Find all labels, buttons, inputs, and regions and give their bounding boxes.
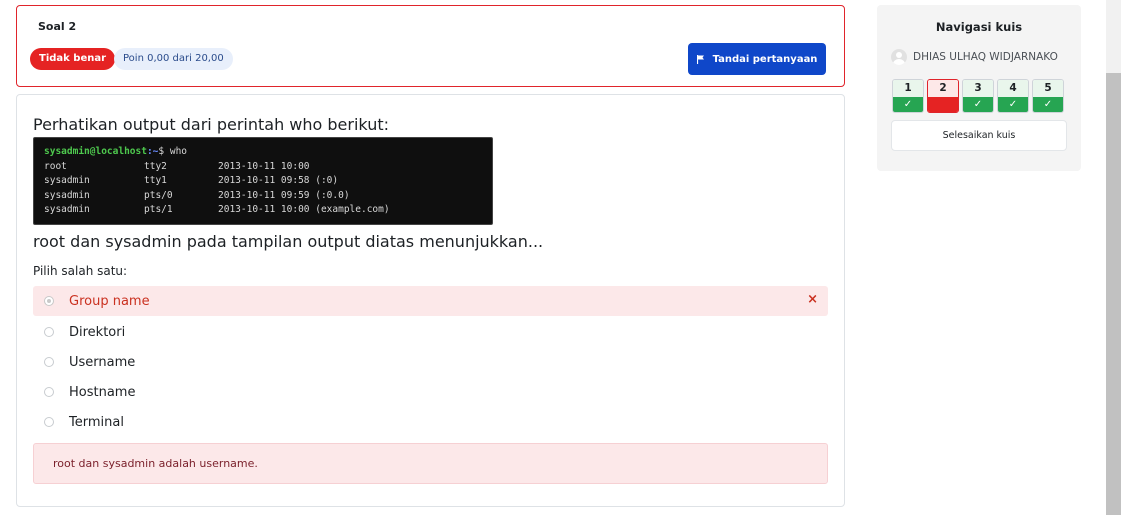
terminal-time: 2013-10-11 09:58 (:0) xyxy=(218,175,339,186)
radio-button[interactable] xyxy=(44,327,54,337)
radio-button[interactable] xyxy=(44,417,54,427)
answer-label: Group name xyxy=(69,293,150,309)
question-text-intro: Perhatikan output dari perintah who beri… xyxy=(33,115,389,134)
flag-icon xyxy=(696,54,705,64)
status-badge: Tidak benar xyxy=(30,48,116,70)
question-text-prompt: root dan sysadmin pada tampilan output d… xyxy=(33,232,544,251)
quiz-navigation-title: Navigasi kuis xyxy=(935,20,1023,34)
check-icon: ✓ xyxy=(963,97,993,112)
user-name: DHIAS ULHAQ WIDJARNAKO xyxy=(913,51,1058,63)
radio-button[interactable] xyxy=(44,357,54,367)
nav-question-number: 3 xyxy=(963,80,993,97)
nav-question-number: 1 xyxy=(893,80,923,97)
check-icon: ✓ xyxy=(1033,97,1063,112)
nav-question-2[interactable]: 2 xyxy=(927,79,959,113)
score-badge: Poin 0,00 dari 20,00 xyxy=(114,48,233,70)
answer-label: Hostname xyxy=(69,384,136,400)
terminal-time: 2013-10-11 09:59 (:0.0) xyxy=(218,189,350,201)
nav-question-number: 2 xyxy=(928,80,958,97)
terminal-line: tty2 xyxy=(144,160,167,172)
terminal-user: sysadmin xyxy=(44,175,90,186)
user-info: DHIAS ULHAQ WIDJARNAKO xyxy=(891,49,1058,65)
radio-button[interactable] xyxy=(44,296,54,306)
question-nav-buttons: 1 ✓ 2 3 ✓ 4 ✓ 5 ✓ xyxy=(892,79,1064,113)
check-icon: ✓ xyxy=(893,97,923,112)
question-info-card: Soal 2 Tidak benar Poin 0,00 dari 20,00 … xyxy=(16,5,845,87)
avatar xyxy=(891,49,907,65)
choose-one-label: Pilih salah satu: xyxy=(33,264,128,278)
terminal-output-image: sysadmin@localhost:~ $ who root tty2 2013-1… xyxy=(33,137,493,225)
terminal-user: sysadmin xyxy=(44,189,90,201)
page-scrollbar[interactable] xyxy=(1106,0,1121,515)
flag-question-label: Tandai pertanyaan xyxy=(712,53,818,65)
terminal-time: 2013-10-11 10:00 (example.com) xyxy=(218,204,390,215)
answer-label: Terminal xyxy=(69,414,124,430)
terminal-row: root tty2 2013-10-11 10:00 xyxy=(44,160,482,175)
radio-button[interactable] xyxy=(44,387,54,397)
answer-option-direktori[interactable]: Direktori xyxy=(33,317,828,347)
answer-feedback: root dan sysadmin adalah username. xyxy=(33,443,828,484)
answer-list: Group name × Direktori Username Hostname… xyxy=(33,286,828,437)
terminal-prompt-line: sysadmin@localhost:~ $ who xyxy=(44,145,482,160)
quiz-navigation-panel: Navigasi kuis DHIAS ULHAQ WIDJARNAKO 1 ✓… xyxy=(877,5,1081,171)
terminal-time: 2013-10-11 10:00 xyxy=(218,160,310,172)
nav-question-3[interactable]: 3 ✓ xyxy=(962,79,994,113)
terminal-row: sysadmin tty1 2013-10-11 09:58 (:0) xyxy=(44,174,482,189)
terminal-user: root xyxy=(44,160,67,172)
nav-question-5[interactable]: 5 ✓ xyxy=(1032,79,1064,113)
terminal-line: pts/1 xyxy=(144,204,173,215)
finish-quiz-button[interactable]: Selesaikan kuis xyxy=(891,120,1067,151)
terminal-line: pts/0 xyxy=(144,189,173,201)
answer-label: Username xyxy=(69,354,136,370)
nav-question-number: 5 xyxy=(1033,80,1063,97)
terminal-prompt-path: :~ xyxy=(146,146,159,157)
terminal-prompt-user: sysadmin@localhost xyxy=(44,146,147,157)
scrollbar-thumb[interactable] xyxy=(1106,73,1121,515)
terminal-user: sysadmin xyxy=(44,204,90,215)
answer-option-terminal[interactable]: Terminal xyxy=(33,407,828,437)
answer-option-username[interactable]: Username xyxy=(33,347,828,377)
incorrect-x-icon: × xyxy=(807,292,818,307)
nav-question-number: 4 xyxy=(998,80,1028,97)
answer-label: Direktori xyxy=(69,324,126,340)
terminal-command: $ who xyxy=(158,146,188,157)
answer-option-hostname[interactable]: Hostname xyxy=(33,377,828,407)
nav-question-4[interactable]: 4 ✓ xyxy=(997,79,1029,113)
question-content: Perhatikan output dari perintah who beri… xyxy=(16,94,845,507)
terminal-line: tty1 xyxy=(144,175,167,186)
terminal-row: sysadmin pts/0 2013-10-11 09:59 (:0.0) xyxy=(44,189,482,204)
terminal-row: sysadmin pts/1 2013-10-11 10:00 (example.c… xyxy=(44,203,482,218)
nav-question-1[interactable]: 1 ✓ xyxy=(892,79,924,113)
check-icon: ✓ xyxy=(998,97,1028,112)
question-number: Soal 2 xyxy=(38,20,77,33)
flag-question-button[interactable]: Tandai pertanyaan xyxy=(688,43,826,75)
incorrect-state-indicator xyxy=(928,97,958,112)
answer-option-group-name[interactable]: Group name × xyxy=(33,286,828,316)
